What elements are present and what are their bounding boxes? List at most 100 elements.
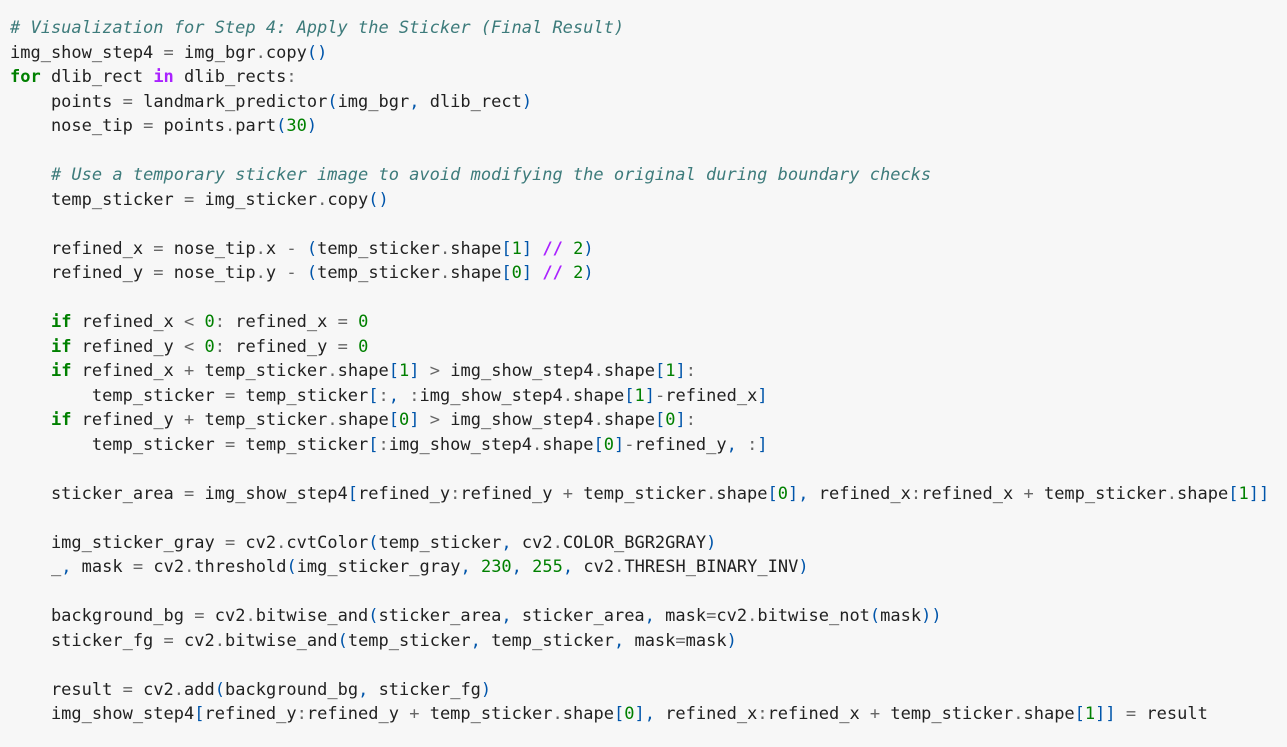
code-token-name: nose_tip — [163, 238, 256, 259]
code-token-name: dlib_rect — [419, 91, 522, 112]
code-token-op: . — [224, 116, 236, 136]
code-token-name: nose_tip — [10, 116, 144, 136]
code-token-name — [522, 557, 532, 577]
code-token-punct: ] — [757, 434, 768, 455]
code-token-name — [737, 435, 747, 455]
code-token-name — [194, 337, 204, 357]
code-token-op: . — [255, 42, 266, 63]
code-token-number: 0 — [204, 312, 215, 332]
code-token-number: 30 — [286, 116, 307, 136]
code-token-keyword: if — [50, 312, 72, 332]
code-token-name: shape — [1023, 704, 1075, 724]
code-line: img_show_step4 = img_bgr.copy() — [10, 41, 1287, 66]
code-token-op: . — [747, 606, 758, 626]
code-token-op: : — [685, 361, 696, 381]
code-token-name — [399, 386, 409, 406]
code-token-name: threshold — [194, 557, 287, 577]
code-token-punct: ], — [634, 704, 655, 724]
code-token-op: = — [153, 263, 164, 283]
code-line: sticker_fg = cv2.bitwise_and(temp_sticke… — [10, 629, 1287, 654]
code-token-punct: [ — [1228, 483, 1239, 504]
code-token-name: refined_x — [767, 704, 870, 724]
code-token-op: : — [296, 704, 307, 724]
code-token-op: . — [552, 532, 563, 553]
code-token-name: shape — [450, 238, 502, 259]
code-token-number: 1 — [634, 385, 645, 406]
code-token-punct: [ — [624, 385, 635, 406]
code-token-name: img_sticker — [194, 189, 318, 210]
code-editor[interactable]: # Visualization for Step 4: Apply the St… — [10, 16, 1287, 727]
code-token-name: COLOR_BGR2GRAY — [562, 532, 707, 553]
code-token-op: : — [378, 385, 389, 406]
code-line: refined_y = nose_tip.y - (temp_sticker.s… — [10, 261, 1287, 286]
code-token-name: img_show_step4 — [388, 434, 533, 455]
code-token-name: sticker_area — [10, 483, 184, 504]
code-token-name: dlib_rects — [173, 67, 287, 87]
code-token-name: refined_y — [225, 336, 338, 357]
code-token-name: bitwise_and — [255, 606, 369, 626]
code-token-name — [348, 337, 358, 357]
code-token-punct: ) — [480, 679, 492, 700]
code-token-op: . — [439, 238, 451, 259]
code-token-name: temp_sticker — [573, 483, 707, 504]
code-token-name — [420, 410, 430, 430]
code-token-keyword: if — [50, 336, 72, 357]
code-token-name: refined_y — [204, 704, 297, 724]
code-line: background_bg = cv2.bitwise_and(sticker_… — [10, 604, 1287, 629]
code-token-name: bitwise_not — [757, 606, 870, 626]
code-token-punct: [ — [368, 385, 379, 406]
code-line: temp_sticker = temp_sticker[:img_show_st… — [10, 433, 1287, 458]
code-token-punct: ) — [798, 557, 809, 577]
code-token-name: temp_sticker — [10, 385, 225, 406]
code-token-punct: , — [470, 630, 481, 651]
code-token-name: refined_y — [460, 483, 563, 504]
code-token-op: . — [245, 606, 256, 626]
code-token-name: points — [153, 116, 225, 136]
code-token-name: img_bgr — [337, 91, 410, 112]
code-line: ​ — [10, 212, 1287, 237]
code-line: ​ — [10, 506, 1287, 531]
code-token-op: . — [255, 263, 266, 283]
code-token-name: shape — [1177, 483, 1229, 504]
code-token-op: : — [757, 704, 768, 724]
code-token-name: cv2 — [132, 679, 174, 700]
code-token-keyword: for — [10, 67, 41, 87]
code-token-number: 1 — [665, 361, 676, 381]
code-token-punct: ( — [306, 238, 318, 259]
code-token-op: = — [122, 679, 133, 700]
code-token-name: img_sticker_gray — [296, 557, 461, 577]
code-token-name: result — [1136, 704, 1208, 724]
code-token-punct: ) — [583, 263, 594, 283]
code-token-op: = — [163, 630, 174, 651]
code-token-op: + — [184, 361, 195, 381]
code-token-name: shape — [562, 704, 614, 724]
code-token-punct: [ — [388, 361, 400, 381]
code-token-op: = — [337, 336, 348, 357]
code-token-name: temp_sticker — [1033, 483, 1167, 504]
code-token-punct: , — [501, 532, 512, 553]
code-token-punct: , — [501, 606, 512, 626]
code-token-name — [563, 239, 573, 259]
code-token-punct: [ — [655, 361, 666, 381]
code-token-op: : — [214, 336, 226, 357]
code-cell[interactable]: # Visualization for Step 4: Apply the St… — [0, 0, 1287, 747]
code-line: if refined_y + temp_sticker.shape[0] > i… — [10, 408, 1287, 433]
code-token-name: mask — [880, 606, 922, 626]
code-token-punct: [ — [767, 483, 778, 504]
code-token-opword: // — [542, 238, 563, 259]
code-token-name: cv2 — [716, 606, 748, 626]
code-token-punct: () — [368, 189, 389, 210]
code-token-op: . — [255, 238, 266, 259]
code-token-comment: # Visualization for Step 4: Apply the St… — [10, 18, 625, 38]
code-token-op: < — [184, 336, 195, 357]
code-token-name: temp_sticker — [347, 630, 471, 651]
code-token-number: 2 — [573, 238, 584, 259]
code-line: nose_tip = points.part(30) — [10, 114, 1287, 139]
code-token-name: img_sticker_gray — [10, 532, 225, 553]
code-line: img_show_step4[refined_y:refined_y + tem… — [10, 702, 1287, 727]
code-token-name: shape — [337, 361, 389, 381]
code-token-punct: , — [613, 630, 625, 651]
code-token-op: . — [1013, 704, 1024, 724]
code-token-opword: in — [153, 67, 174, 87]
code-token-name: refined_x — [225, 312, 338, 332]
